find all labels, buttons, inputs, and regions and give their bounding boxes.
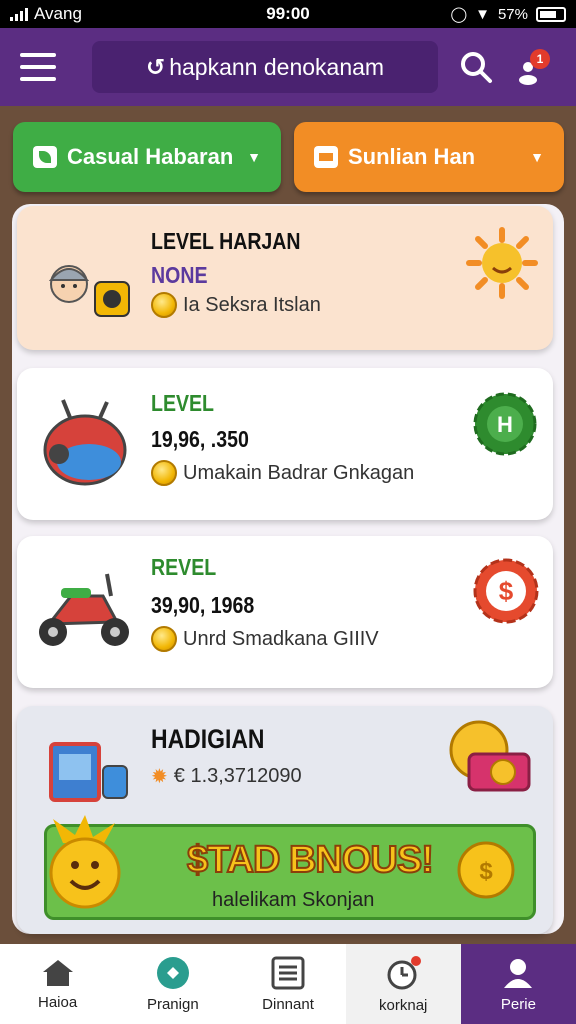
play-circle-icon bbox=[156, 956, 189, 989]
app-bar: ↺ hapkann denokanam 1 bbox=[0, 28, 576, 106]
leaf-icon bbox=[33, 146, 57, 168]
carrier-name: Avang bbox=[34, 4, 82, 23]
coin-icon bbox=[151, 460, 177, 486]
nav-profile[interactable]: Perie bbox=[460, 944, 576, 1024]
level-card[interactable]: LEVEL 19,96, .350 Umakain Badrar Gnkagan… bbox=[17, 368, 553, 520]
bonus-title: $TAD BNOUS! bbox=[186, 838, 435, 882]
card-title: LEVEL bbox=[151, 390, 215, 416]
nav-home[interactable]: Haioa bbox=[0, 944, 115, 1024]
card-title: LEVEL HARJAN bbox=[151, 228, 301, 254]
card-title: HADIGIAN bbox=[151, 724, 265, 754]
ticket-icon bbox=[314, 146, 338, 168]
treasure-icon bbox=[449, 720, 531, 792]
card-line: Ia Seksra Itslan bbox=[183, 293, 321, 316]
search-icon[interactable] bbox=[458, 49, 494, 85]
card-value: 19,96, .350 bbox=[151, 426, 249, 452]
smiley-icon bbox=[49, 815, 121, 909]
app-title: hapkann denokanam bbox=[169, 53, 385, 80]
home-icon bbox=[42, 959, 73, 986]
sparkle-icon: ✹ bbox=[151, 766, 168, 788]
character-icon bbox=[48, 265, 130, 317]
status-bar: Avang 99:00 ◯ ▼ 57% bbox=[0, 0, 576, 28]
nav-label: Pranign bbox=[146, 995, 199, 1013]
nav-list[interactable]: Dinnant bbox=[230, 944, 345, 1024]
menu-icon[interactable] bbox=[20, 53, 56, 81]
sun-icon bbox=[466, 227, 538, 299]
notification-badge: 1 bbox=[530, 49, 550, 69]
nav-label: korknaj bbox=[379, 996, 428, 1014]
category-label: Casual Habaran bbox=[67, 144, 234, 169]
sort-label: Sunlian Han bbox=[348, 144, 476, 169]
nav-play[interactable]: Pranign bbox=[115, 944, 230, 1024]
svg-text:H: H bbox=[497, 412, 513, 437]
coin-icon bbox=[151, 292, 177, 318]
list-icon bbox=[271, 956, 305, 989]
nav-alarm[interactable]: korknaj bbox=[345, 944, 461, 1024]
bonus-banner[interactable]: $TAD BNOUS! halelikam Skonjan $ bbox=[44, 815, 536, 920]
scooter-icon bbox=[39, 573, 129, 646]
gadget-icon bbox=[49, 742, 128, 802]
card-line: Unrd Smadkana GIIIV bbox=[183, 627, 379, 650]
dollar-badge-icon: $ bbox=[473, 558, 539, 624]
category-dropdown[interactable]: Casual Habaran ▼ bbox=[13, 122, 281, 192]
nav-label: Haioa bbox=[38, 993, 78, 1011]
app-title-box: ↺ hapkann denokanam bbox=[92, 41, 438, 93]
battery-text: 57% bbox=[497, 5, 528, 23]
nav-label: Perie bbox=[500, 995, 536, 1013]
coin-icon bbox=[151, 626, 177, 652]
svg-text:$: $ bbox=[499, 576, 514, 606]
card-value: € 1.3,3712090 bbox=[173, 765, 302, 787]
card-line: Umakain Badrar Gnkagan bbox=[183, 461, 415, 484]
gear-badge-icon: H bbox=[473, 392, 537, 456]
battery-icon bbox=[536, 6, 566, 22]
level-card[interactable]: LEVEL HARJAN NONE Ia Seksra Itslan bbox=[17, 206, 553, 350]
coin-icon: $ bbox=[457, 841, 515, 899]
status-time: 99:00 bbox=[266, 4, 310, 23]
chevron-down-icon: ▼ bbox=[247, 149, 261, 165]
alarm-status-icon: ◯ bbox=[450, 6, 468, 23]
bonus-subtitle: halelikam Skonjan bbox=[212, 889, 375, 911]
wifi-icon: ▼ bbox=[475, 5, 490, 23]
chevron-down-icon: ▼ bbox=[530, 149, 544, 165]
nav-label: Dinnant bbox=[262, 995, 314, 1013]
card-title: REVEL bbox=[151, 554, 217, 580]
level-card[interactable]: REVEL 39,90, 1968 Unrd Smadkana GIIIV $ bbox=[17, 536, 553, 688]
card-subtitle: NONE bbox=[151, 262, 208, 288]
svg-text:$: $ bbox=[479, 858, 493, 885]
bottom-nav: Haioa Pranign Dinnant korknaj Perie bbox=[0, 944, 576, 1024]
notifications-button[interactable]: 1 bbox=[514, 47, 550, 87]
app-logo-icon: ↺ bbox=[145, 53, 166, 80]
card-value: 39,90, 1968 bbox=[151, 592, 255, 618]
robot-icon bbox=[43, 399, 127, 486]
alarm-icon bbox=[387, 955, 422, 989]
sort-dropdown[interactable]: Sunlian Han ▼ bbox=[294, 122, 564, 192]
profile-icon bbox=[504, 958, 533, 988]
signal-icon bbox=[10, 7, 28, 21]
